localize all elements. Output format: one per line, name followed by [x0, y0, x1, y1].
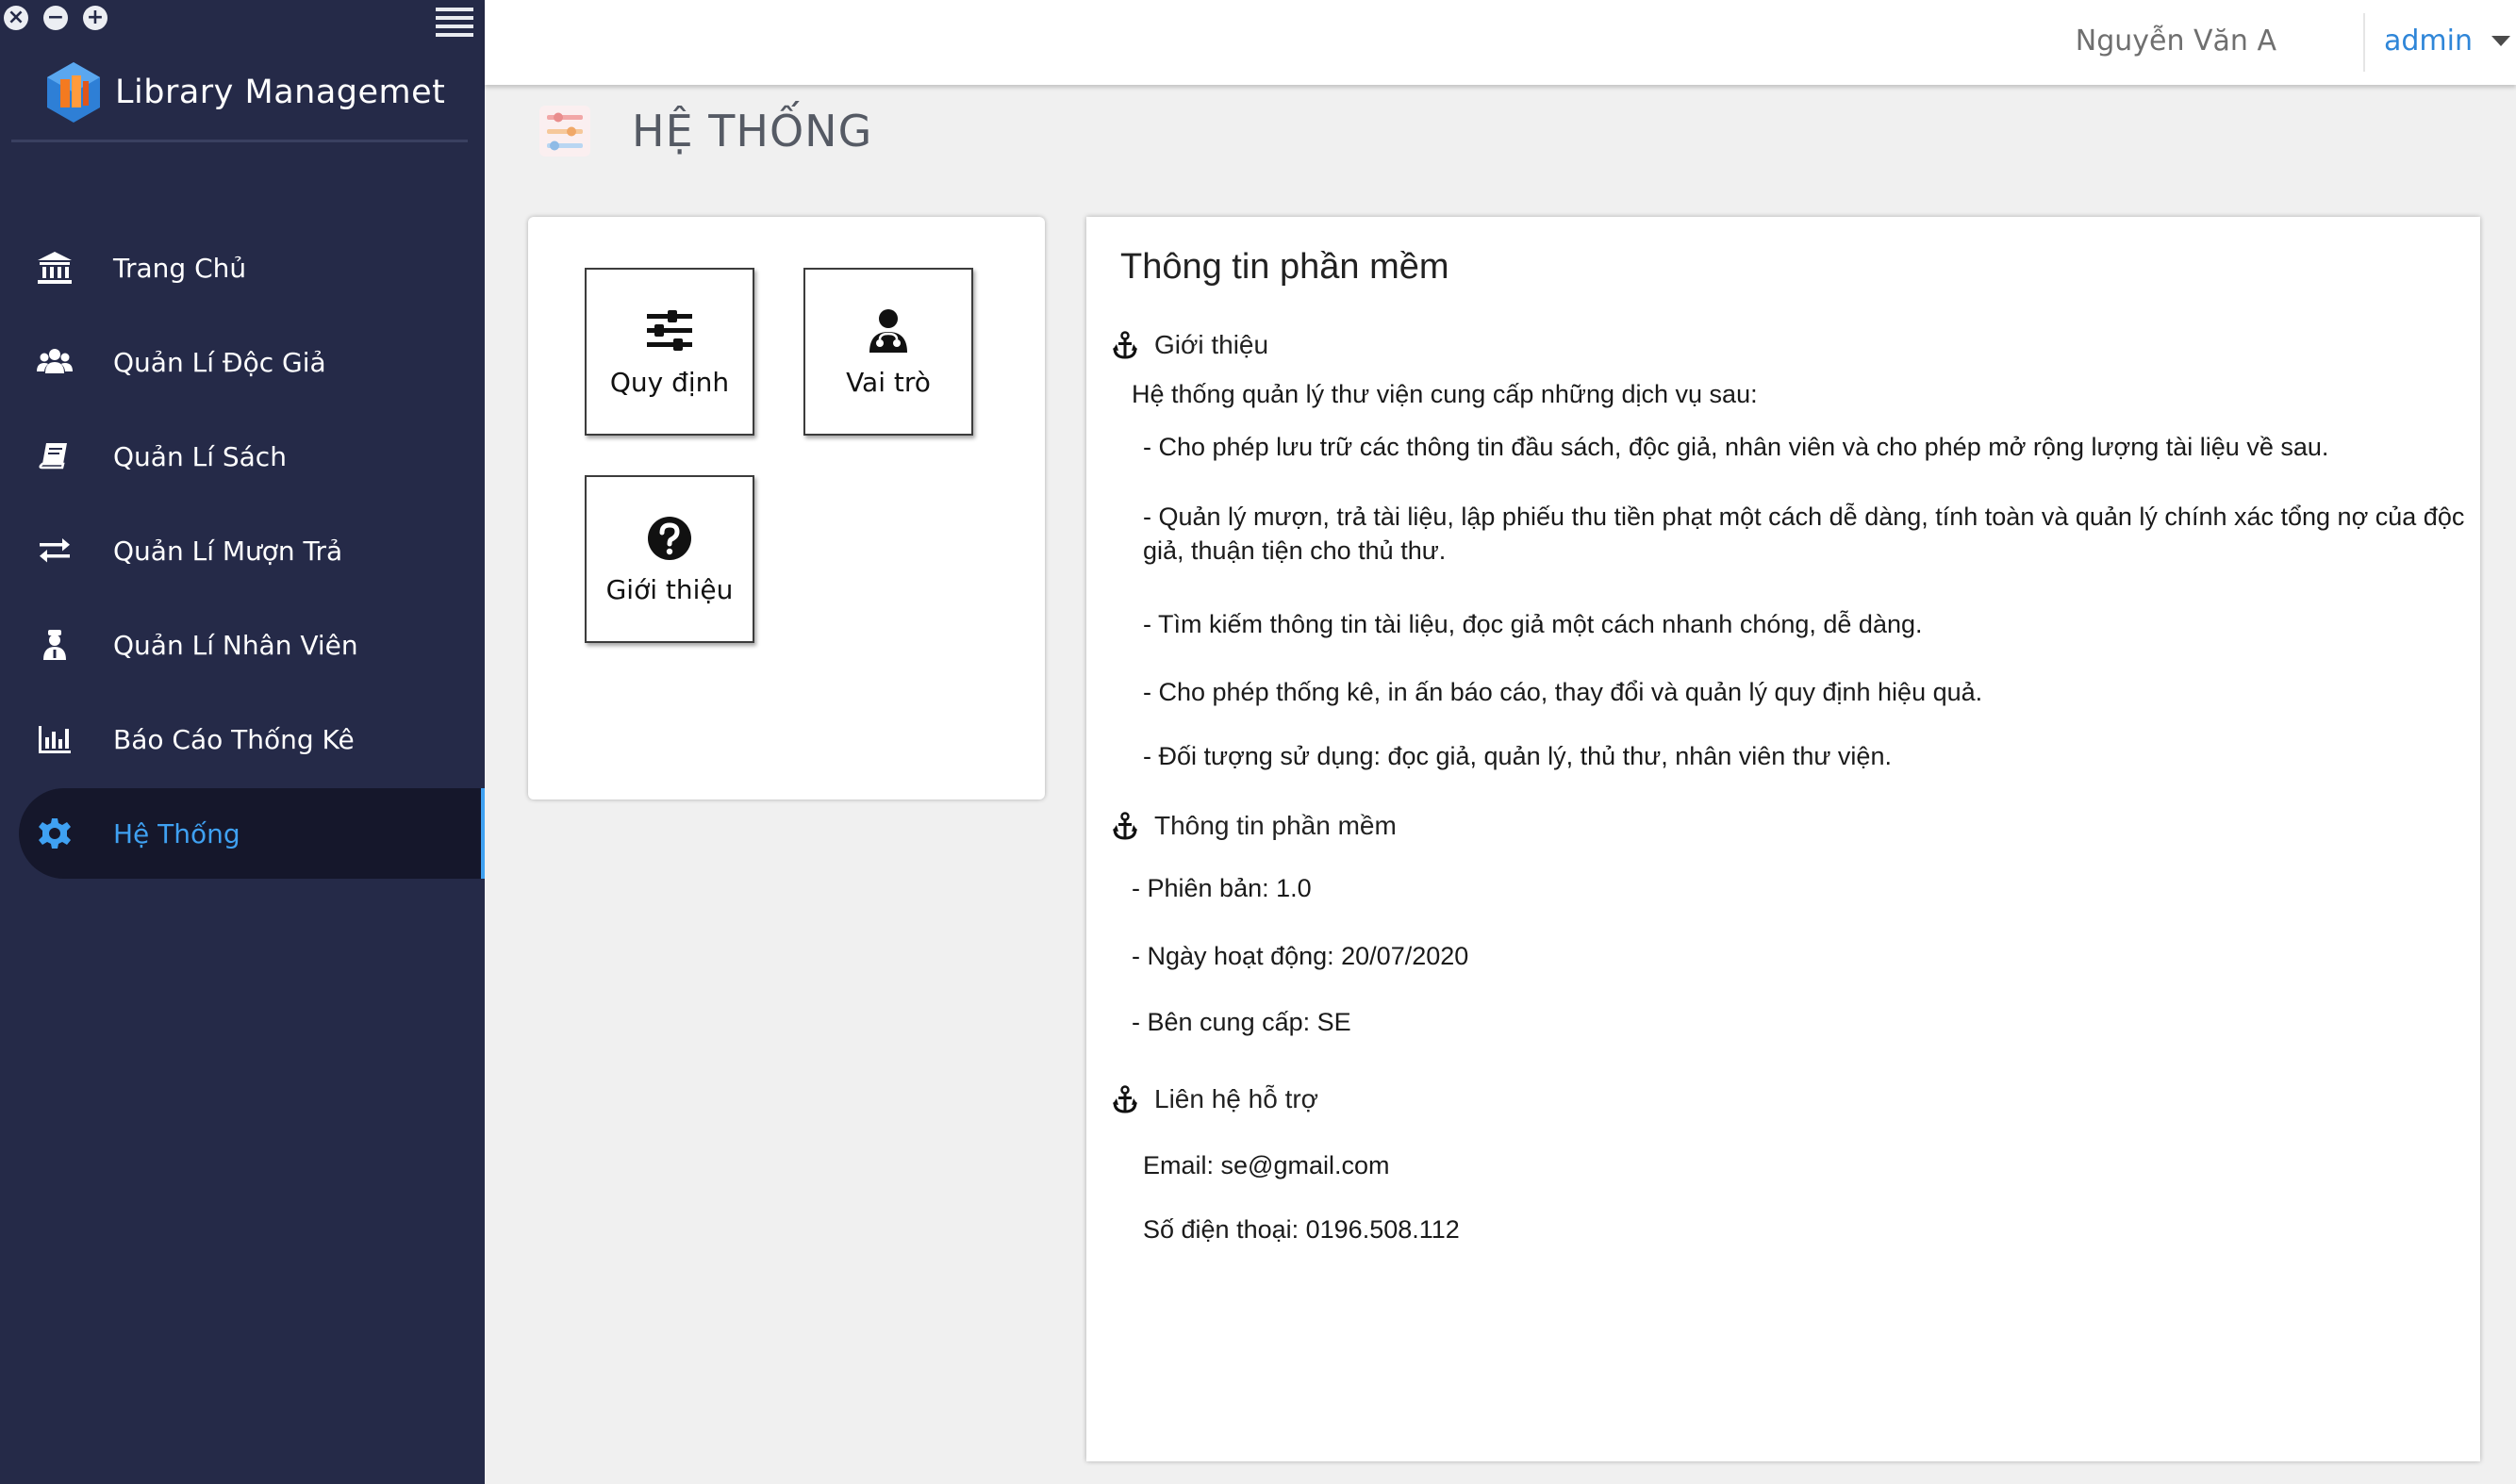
intro-item: - Tìm kiếm thông tin tài liệu, đọc giả m…: [1143, 610, 1923, 638]
brand-name: Library Managemet: [115, 74, 446, 111]
user-doctor-icon: [864, 306, 913, 355]
sidebar: × − + Library Managemet Trang Chủ Quản L…: [0, 0, 485, 1484]
settings-panel: Quy định Vai trò Giới thiệu: [528, 217, 1045, 800]
library-logo-icon: [47, 62, 100, 123]
sidebar-item-bao-cao-thong-ke[interactable]: Báo Cáo Thống Kê: [19, 694, 485, 784]
users-icon: [36, 343, 74, 381]
exchange-icon: [36, 532, 74, 569]
page-header: HỆ THỐNG: [538, 102, 872, 160]
menu-toggle-icon[interactable]: [436, 8, 473, 38]
support-phone: Số điện thoại: 0196.508.112: [1143, 1215, 1460, 1244]
support-email: Email: se@gmail.com: [1143, 1151, 1390, 1179]
anchor-icon: [1113, 812, 1137, 840]
question-circle-icon: [645, 514, 694, 563]
top-bar: Nguyễn Văn A admin: [485, 0, 2516, 85]
user-name: Nguyễn Văn A: [2075, 25, 2276, 58]
sidebar-item-label: Hệ Thống: [113, 817, 240, 849]
gear-icon: [36, 815, 74, 852]
page-title: HỆ THỐNG: [632, 106, 873, 157]
sidebar-item-label: Quản Lí Nhân Viên: [113, 629, 358, 661]
anchor-icon: [1113, 331, 1137, 359]
software-info-panel: Thông tin phần mềm Giới thiệu Hệ thống q…: [1086, 217, 2480, 1461]
version-text: - Phiên bản: 1.0: [1132, 874, 1312, 902]
intro-item: - Đối tượng sử dụng: đọc giả, quản lý, t…: [1143, 742, 1892, 770]
bar-chart-icon: [36, 720, 74, 758]
section-software-heading: Thông tin phần mềm: [1113, 811, 1397, 841]
sidebar-item-label: Quản Lí Mượn Trả: [113, 535, 343, 567]
gioi-thieu-button[interactable]: Giới thiệu: [585, 475, 754, 643]
tile-label: Vai trò: [846, 366, 931, 398]
section-title: Liên hệ hỗ trợ: [1154, 1084, 1319, 1113]
sidebar-item-quan-li-sach[interactable]: Quản Lí Sách: [19, 411, 485, 502]
brand: Library Managemet: [43, 60, 445, 124]
window-controls: × − +: [4, 6, 108, 30]
vai-tro-button[interactable]: Vai trò: [803, 268, 973, 436]
section-title: Giới thiệu: [1154, 330, 1269, 359]
section-intro-heading: Giới thiệu: [1113, 330, 1268, 360]
sliders-icon: [645, 306, 694, 355]
panel-title: Thông tin phần mềm: [1120, 247, 1449, 287]
intro-item-cont: giả, thuận tiện cho thủ thư.: [1143, 536, 1447, 565]
maximize-window-button[interactable]: +: [83, 6, 108, 30]
intro-item: - Cho phép lưu trữ các thông tin đầu sác…: [1143, 433, 2329, 461]
sidebar-item-trang-chu[interactable]: Trang Chủ: [19, 223, 485, 313]
intro-item: - Quản lý mượn, trả tài liệu, lập phiếu …: [1143, 503, 2465, 531]
sidebar-item-quan-li-muon-tra[interactable]: Quản Lí Mượn Trả: [19, 505, 485, 596]
sliders-icon: [539, 106, 590, 157]
sidebar-item-quan-li-nhan-vien[interactable]: Quản Lí Nhân Viên: [19, 600, 485, 690]
start-date-text: - Ngày hoạt động: 20/07/2020: [1132, 942, 1469, 970]
close-window-button[interactable]: ×: [4, 6, 28, 30]
quy-dinh-button[interactable]: Quy định: [585, 268, 754, 436]
role-value: admin: [2384, 25, 2473, 58]
sidebar-item-he-thong[interactable]: Hệ Thống: [19, 788, 485, 879]
bank-icon: [36, 249, 74, 287]
sidebar-nav: Trang Chủ Quản Lí Độc Giả Quản Lí Sách Q…: [19, 223, 485, 882]
tile-label: Quy định: [609, 366, 730, 398]
minimize-window-button[interactable]: −: [43, 6, 68, 30]
provider-text: - Bên cung cấp: SE: [1132, 1008, 1351, 1036]
intro-item: - Cho phép thống kê, in ấn báo cáo, thay…: [1143, 678, 1983, 706]
sidebar-item-quan-li-doc-gia[interactable]: Quản Lí Độc Giả: [19, 317, 485, 407]
role-dropdown[interactable]: admin: [2384, 25, 2510, 58]
anchor-icon: [1113, 1085, 1137, 1113]
sidebar-item-label: Quản Lí Độc Giả: [113, 346, 326, 378]
divider: [2363, 13, 2365, 72]
sidebar-item-label: Báo Cáo Thống Kê: [113, 723, 355, 755]
employee-icon: [36, 626, 74, 664]
chevron-down-icon: [2491, 36, 2510, 46]
section-title: Thông tin phần mềm: [1154, 811, 1397, 840]
divider: [11, 140, 468, 142]
book-icon: [36, 437, 74, 475]
sidebar-item-label: Trang Chủ: [113, 252, 247, 284]
section-support-heading: Liên hệ hỗ trợ: [1113, 1084, 1318, 1114]
tile-label: Giới thiệu: [605, 573, 734, 605]
sidebar-item-label: Quản Lí Sách: [113, 440, 287, 472]
intro-lead: Hệ thống quản lý thư viện cung cấp những…: [1132, 380, 1758, 408]
